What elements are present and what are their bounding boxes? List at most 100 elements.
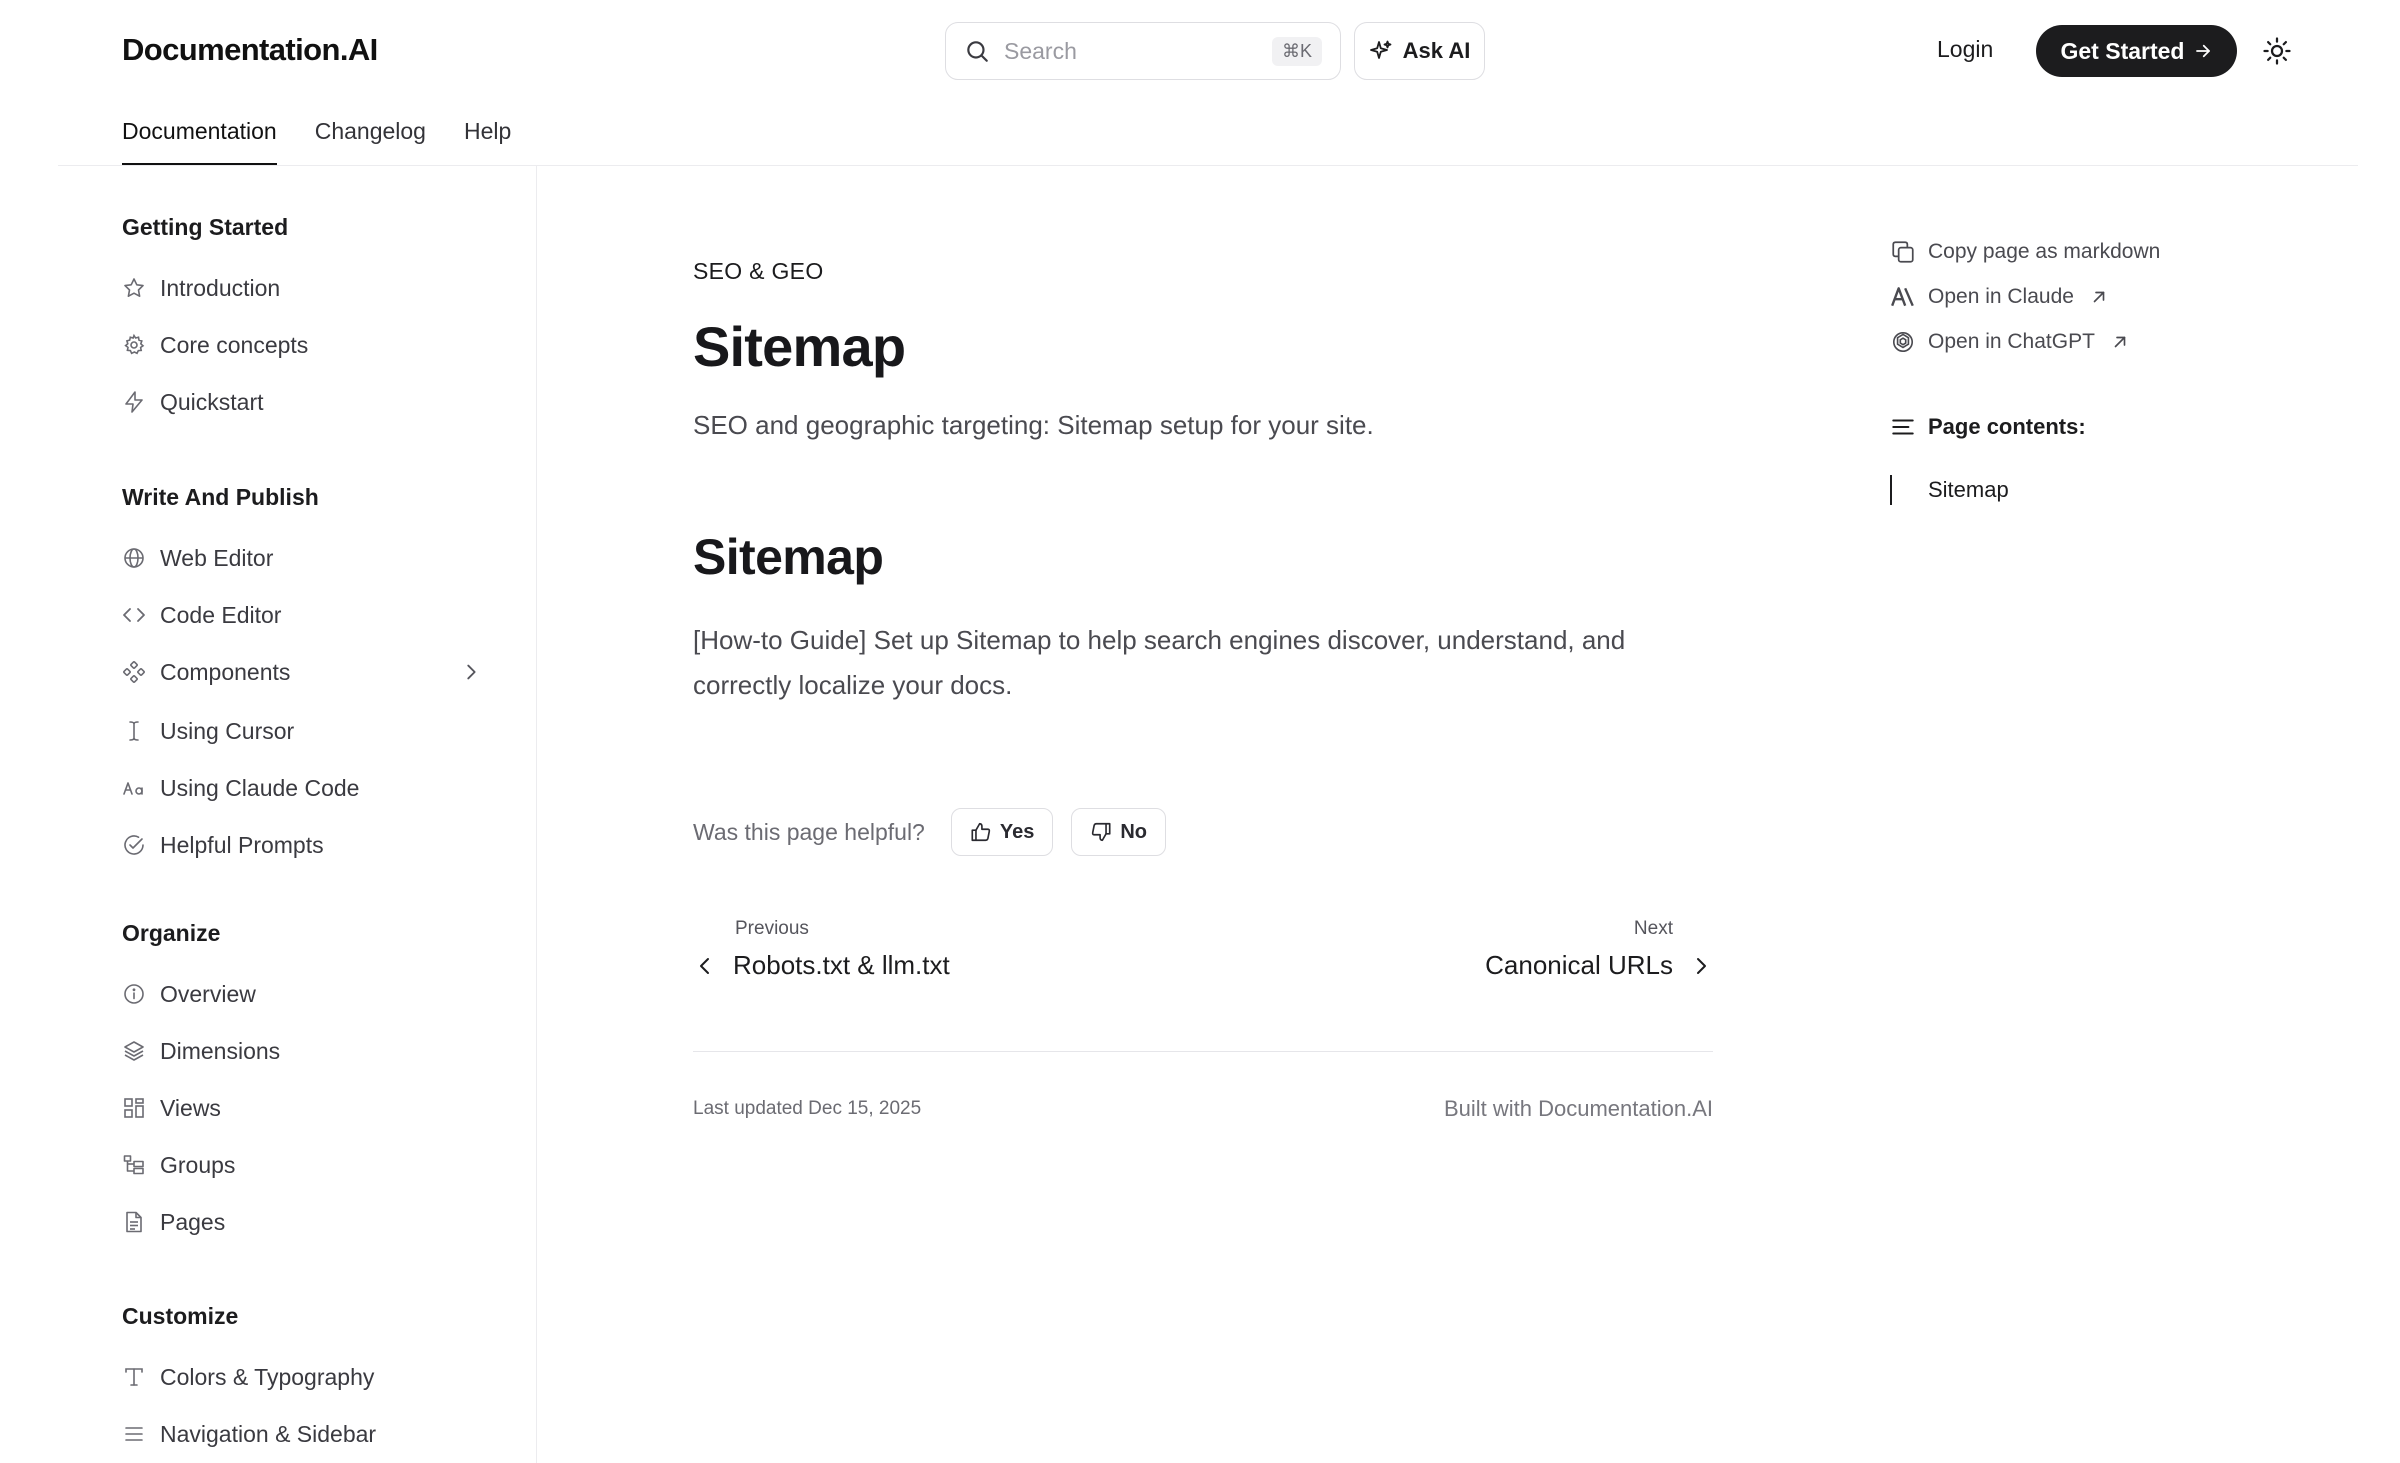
sidebar-item-overview[interactable]: Overview <box>122 974 482 1014</box>
next-title: Canonical URLs <box>1485 950 1673 980</box>
anthropic-icon <box>1891 287 1914 307</box>
sidebar-item-pages[interactable]: Pages <box>122 1202 482 1242</box>
sidebar-item-label: Using Cursor <box>160 717 295 744</box>
code-icon <box>123 608 145 622</box>
sidebar-item-label: Navigation & Sidebar <box>160 1420 377 1447</box>
open-in-chatgpt-label: Open in ChatGPT <box>1928 330 2095 353</box>
grid-icon <box>124 1098 144 1118</box>
feedback-question: Was this page helpful? <box>693 818 925 845</box>
ask-ai-label: Ask AI <box>1402 38 1471 63</box>
top-bar: Documentation.AI Search ⌘K Ask AI Login … <box>0 0 2400 102</box>
sidebar-item-label: Dimensions <box>160 1037 281 1064</box>
sidebar-item-introduction[interactable]: Introduction <box>122 268 482 308</box>
last-updated: Last updated Dec 15, 2025 <box>693 1098 922 1119</box>
sidebar-item-code-editor[interactable]: Code Editor <box>122 595 482 635</box>
search-box[interactable]: Search ⌘K <box>945 22 1341 80</box>
get-started-button[interactable]: Get Started <box>2036 25 2237 77</box>
sidebar-item-label: Using Claude Code <box>160 774 360 801</box>
sidebar-item-colors-typography[interactable]: Colors & Typography <box>122 1357 482 1397</box>
lightning-icon <box>125 391 143 413</box>
sidebar-item-label: Components <box>160 658 291 685</box>
search-placeholder[interactable]: Search <box>1004 38 1272 65</box>
next-label: Next <box>1633 918 1673 939</box>
open-in-claude-link[interactable]: Open in Claude <box>1890 281 2108 313</box>
page-contents-label: Page contents: <box>1928 414 2086 439</box>
sidebar-item-quickstart[interactable]: Quickstart <box>122 382 482 422</box>
gear-icon <box>124 333 145 355</box>
sidebar-item-label: Pages <box>160 1208 226 1235</box>
next-page-link[interactable]: Next Canonical URLs <box>1485 918 1713 981</box>
tab-help[interactable]: Help <box>464 102 511 166</box>
thumbs-down-icon <box>1092 822 1111 842</box>
chevron-left-icon <box>700 957 709 974</box>
sidebar-item-web-editor[interactable]: Web Editor <box>122 538 482 578</box>
chevron-right-icon <box>1697 957 1706 974</box>
previous-title: Robots.txt & llm.txt <box>733 950 950 980</box>
open-in-chatgpt-link[interactable]: Open in ChatGPT <box>1890 326 2129 358</box>
globe-icon <box>124 548 144 568</box>
sidebar-item-using-cursor[interactable]: Using Cursor <box>122 711 482 751</box>
open-in-claude-label: Open in Claude <box>1928 285 2074 308</box>
sparkle-icon <box>1369 40 1392 59</box>
file-icon <box>126 1211 142 1233</box>
chevron-right-icon[interactable] <box>460 661 482 683</box>
sidebar-item-label: Code Editor <box>160 601 282 628</box>
toc-item-label: Sitemap <box>1928 477 2009 502</box>
layers-icon <box>124 1041 144 1061</box>
check-circle-icon <box>124 835 144 855</box>
section-title-write-and-publish: Write And Publish <box>122 484 319 510</box>
sidebar-item-views[interactable]: Views <box>122 1088 482 1128</box>
text-align-left-icon <box>1892 419 1914 435</box>
type-icon <box>125 1368 143 1386</box>
components-icon <box>123 661 145 683</box>
login-link[interactable]: Login <box>1937 36 1993 63</box>
font-size-icon <box>123 782 143 795</box>
sidebar-item-label: Quickstart <box>160 388 264 415</box>
sidebar-item-dimensions[interactable]: Dimensions <box>122 1031 482 1071</box>
toc-active-indicator <box>1890 475 1892 505</box>
sidebar-item-label: Colors & Typography <box>160 1363 375 1390</box>
page-title: Sitemap <box>693 315 906 378</box>
ask-ai-button[interactable]: Ask AI <box>1354 22 1485 80</box>
section-title-organize: Organize <box>122 920 221 946</box>
menu-icon <box>125 1427 143 1441</box>
yes-button[interactable]: Yes <box>950 808 1054 856</box>
star-icon <box>124 278 144 298</box>
tab-changelog[interactable]: Changelog <box>315 102 426 166</box>
tab-documentation[interactable]: Documentation <box>122 102 277 166</box>
copy-markdown-button[interactable]: Copy page as markdown <box>1890 236 2160 268</box>
section-heading: Sitemap <box>693 529 884 585</box>
page-eyebrow: SEO & GEO <box>693 258 824 284</box>
sidebar-item-using-claude-code[interactable]: Using Claude Code <box>122 768 482 808</box>
sidebar-item-label: Web Editor <box>160 544 274 571</box>
search-shortcut: ⌘K <box>1271 36 1322 66</box>
no-button[interactable]: No <box>1071 808 1166 856</box>
sidebar-item-groups[interactable]: Groups <box>122 1145 482 1185</box>
openai-icon <box>1892 331 1914 353</box>
sidebar-item-label: Groups <box>160 1151 236 1178</box>
logo[interactable]: Documentation.AI <box>122 32 378 68</box>
sidebar-item-navigation-sidebar[interactable]: Navigation & Sidebar <box>122 1414 482 1454</box>
sidebar-item-components[interactable]: Components <box>122 652 482 692</box>
page-lead: SEO and geographic targeting: Sitemap se… <box>693 410 1374 440</box>
external-link-icon <box>2093 291 2105 303</box>
sidebar-item-label: Views <box>160 1094 221 1121</box>
sidebar-item-core-concepts[interactable]: Core concepts <box>122 325 482 365</box>
header-divider <box>58 165 2358 166</box>
tree-icon <box>123 1155 144 1175</box>
footer-divider <box>693 1051 1713 1052</box>
sidebar-item-label: Helpful Prompts <box>160 831 324 858</box>
search-icon <box>967 41 988 62</box>
built-with-link[interactable]: Built with Documentation.AI <box>1444 1096 1713 1122</box>
arrow-right-icon <box>2196 44 2211 58</box>
info-icon <box>124 984 144 1004</box>
previous-page-link[interactable]: Previous Robots.txt & llm.txt <box>693 918 950 981</box>
top-tabs: Documentation Changelog Help <box>122 102 511 166</box>
copy-icon <box>1892 241 1914 263</box>
toc-item-sitemap[interactable]: Sitemap <box>1890 474 2009 506</box>
sidebar-item-helpful-prompts[interactable]: Helpful Prompts <box>122 825 482 865</box>
sidebar-item-label: Introduction <box>160 274 281 301</box>
page-contents-title: Page contents: <box>1890 414 2086 440</box>
sun-icon[interactable] <box>2262 36 2292 66</box>
section-title-customize: Customize <box>122 1303 239 1329</box>
